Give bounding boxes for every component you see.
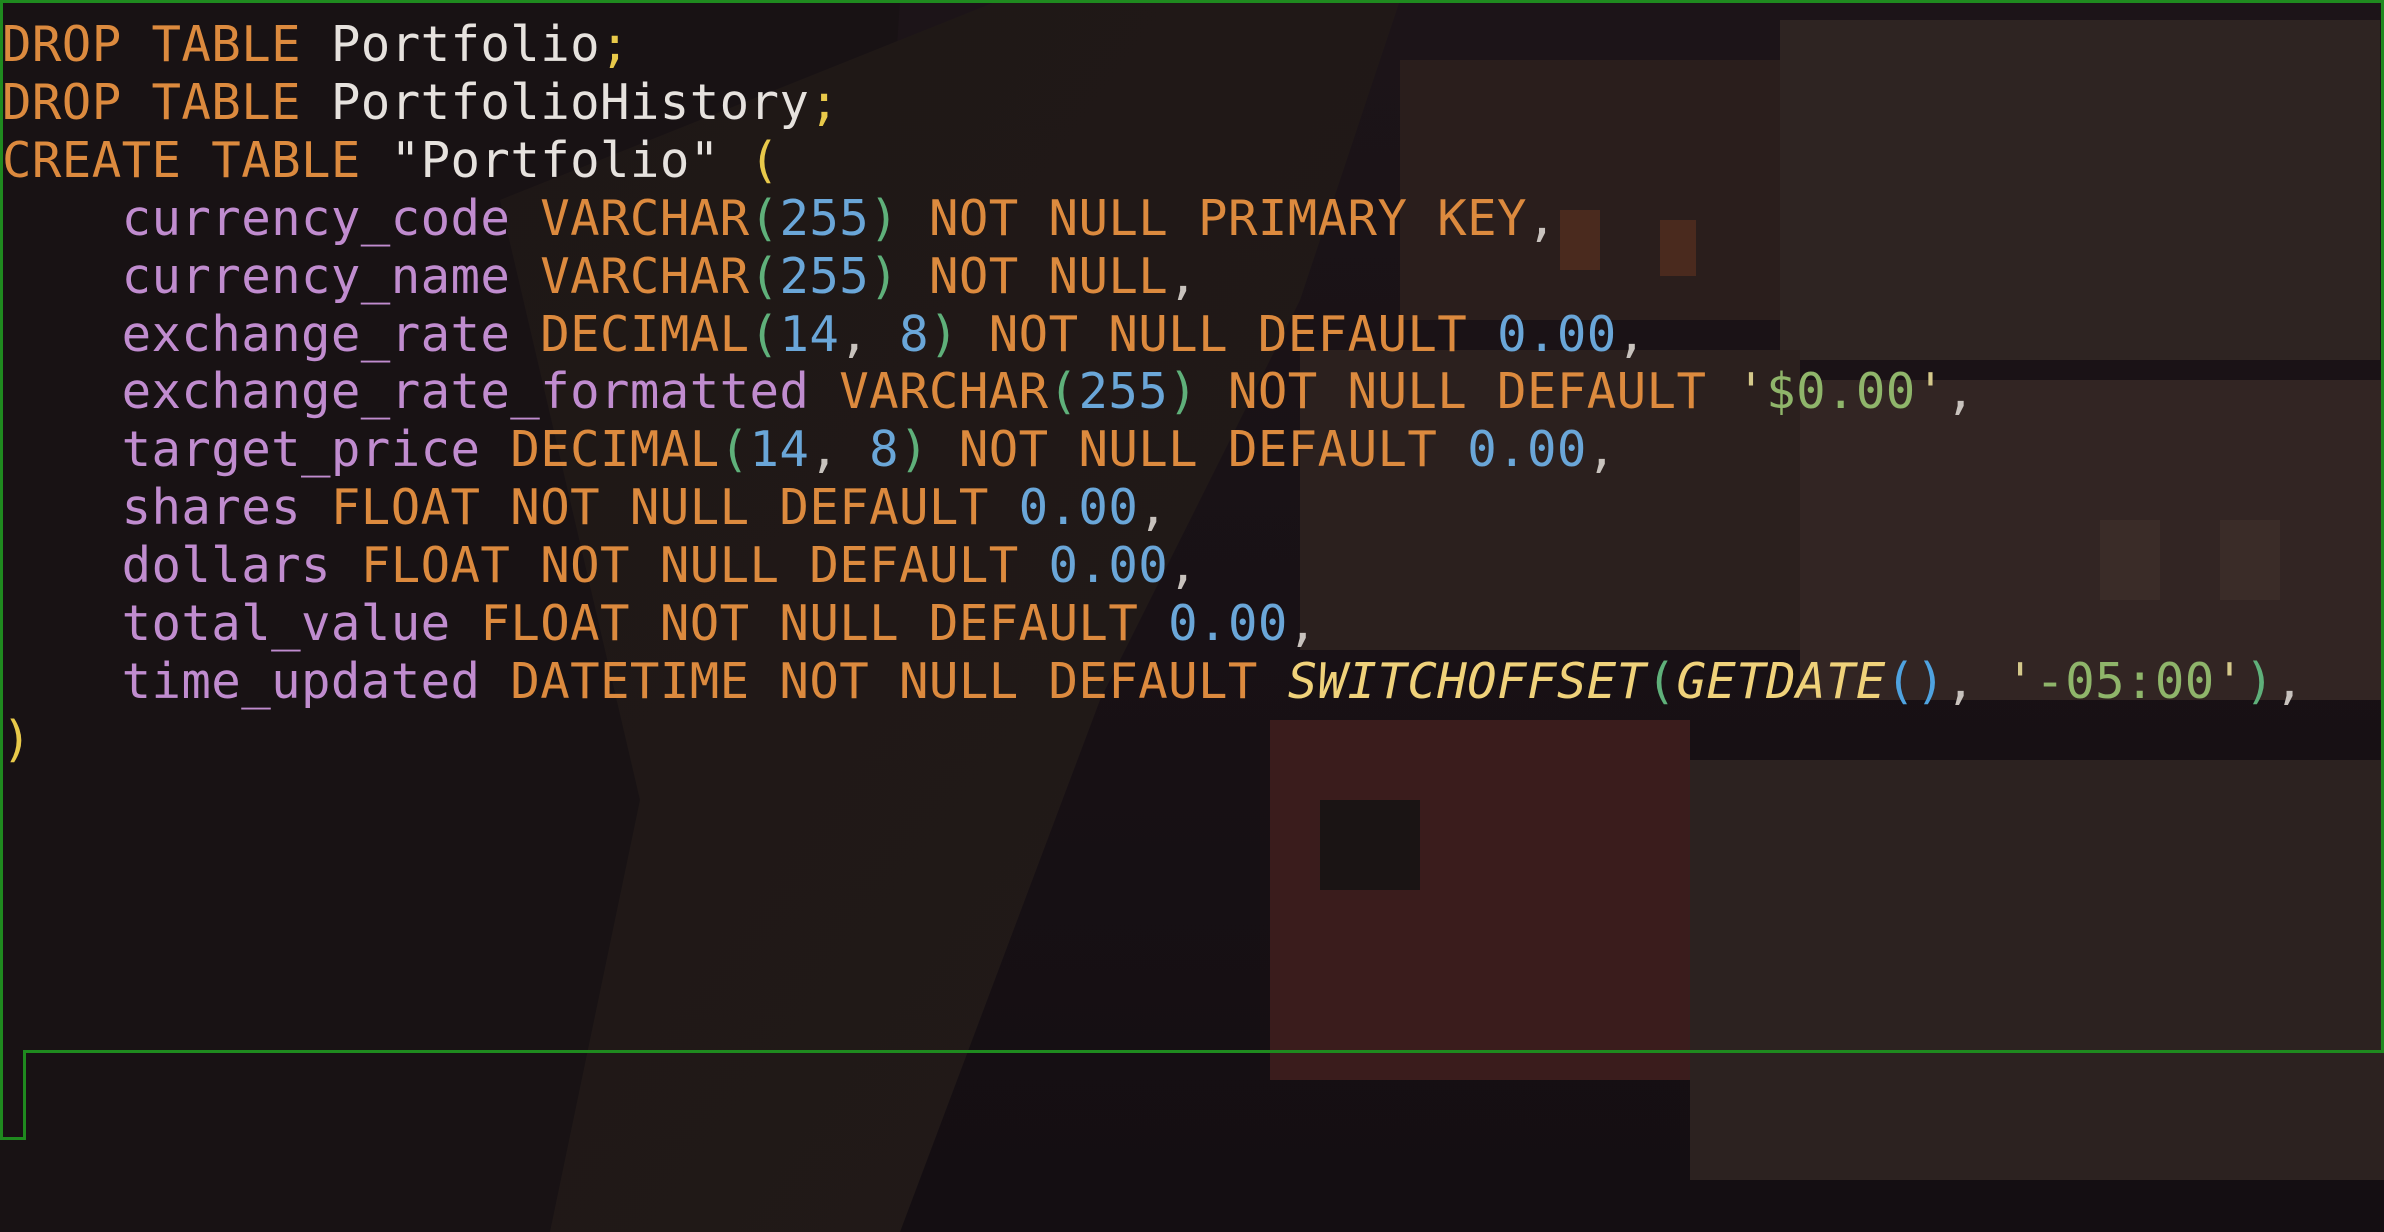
code-token: (	[1646, 652, 1677, 710]
code-token: ,	[1586, 421, 1617, 479]
code-line[interactable]: )	[2, 696, 32, 784]
code-token: GETDATE	[1676, 652, 1886, 710]
code-token: ()	[1885, 652, 1946, 710]
code-token: )	[2, 710, 32, 768]
code-token: 0.00	[1467, 421, 1587, 479]
code-token: ;	[809, 73, 840, 131]
code-token: ,	[2274, 652, 2305, 710]
code-token: '	[1736, 363, 1767, 421]
code-token: ,	[1945, 363, 1976, 421]
selection-highlight-tail	[0, 1050, 26, 1140]
code-token: time_updated	[2, 652, 511, 710]
code-token: '	[2005, 652, 2036, 710]
code-token: '	[2214, 652, 2245, 710]
code-token: '	[1915, 363, 1946, 421]
code-token: $0.00	[1766, 363, 1916, 421]
code-token: DATETIME NOT NULL DEFAULT	[510, 652, 1288, 710]
code-token: ,	[1526, 189, 1557, 247]
code-token: -05:00	[2035, 652, 2215, 710]
selection-highlight-bottom	[24, 1050, 2384, 1053]
code-editor[interactable]: DROP TABLE Portfolio; DROP TABLE Portfoli…	[0, 0, 2384, 1232]
code-line[interactable]: time_updated DATETIME NOT NULL DEFAULT S…	[2, 638, 2304, 726]
code-token: )	[2244, 652, 2275, 710]
code-token: ,	[1945, 652, 2006, 710]
code-token: SWITCHOFFSET	[1287, 652, 1647, 710]
